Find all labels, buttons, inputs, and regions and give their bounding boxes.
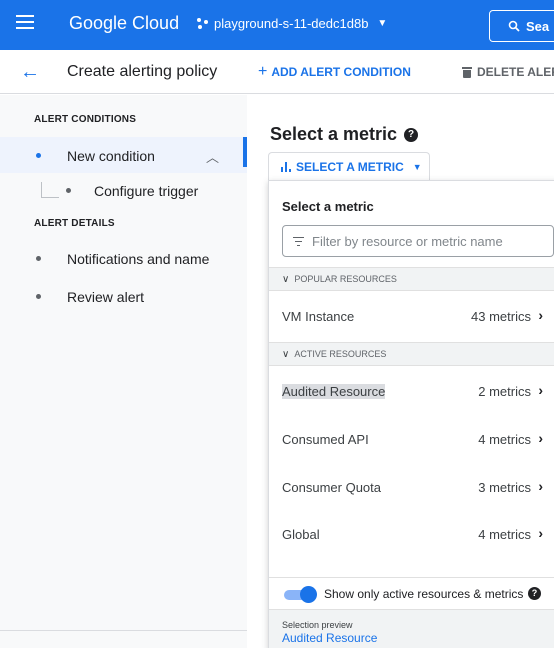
filter-icon [293,236,304,246]
project-name: playground-s-11-dedc1d8b [214,16,369,31]
step-dot-icon [66,188,71,193]
active-indicator [243,137,247,167]
toggle-knob [300,586,317,603]
resource-name: Global [282,527,320,542]
resource-name: Consumed API [282,432,369,447]
filter-field[interactable] [282,225,554,257]
popular-resources-header[interactable]: ∨ POPULAR RESOURCES [269,267,554,291]
active-resources-label: ACTIVE RESOURCES [294,349,387,359]
section-title: Select a metric ? [270,124,419,145]
filter-input[interactable] [312,233,542,249]
new-condition-label: New condition [67,148,155,164]
trash-icon [462,66,472,78]
resource-row-global[interactable]: Global 4 metrics › [269,512,554,558]
chevron-right-icon: › [538,525,543,541]
popular-resources-label: POPULAR RESOURCES [294,274,397,284]
resource-name: Consumer Quota [282,480,381,495]
alert-details-heading: ALERT DETAILS [34,218,115,229]
add-alert-condition-label: ADD ALERT CONDITION [271,65,411,79]
chevron-right-icon: › [538,382,543,398]
search-button[interactable]: Sea [489,10,554,42]
configure-trigger-label: Configure trigger [94,183,199,199]
top-app-bar: Google Cloud playground-s-11-dedc1d8b ▼ … [0,0,554,50]
project-picker[interactable]: playground-s-11-dedc1d8b ▼ [197,16,387,31]
resource-row-vm-instance[interactable]: VM Instance 43 metrics › [269,294,554,340]
step-dot-icon [36,153,41,158]
divider [0,630,247,631]
active-only-toggle-row: Show only active resources & metrics ? [269,577,554,603]
sidebar-item-configure-trigger[interactable]: Configure trigger [0,175,247,205]
metric-count: 3 metrics [478,480,531,495]
google-cloud-logo[interactable]: Google Cloud [69,13,179,34]
add-alert-condition-button[interactable]: + ADD ALERT CONDITION [258,63,411,80]
sidebar-item-new-condition[interactable]: New condition ︿ [0,137,247,173]
chevron-up-icon[interactable]: ︿ [206,147,219,166]
chevron-right-icon: › [538,478,543,494]
resource-row-consumer-quota[interactable]: Consumer Quota 3 metrics › [269,465,554,511]
chevron-right-icon: › [538,307,543,323]
active-only-toggle[interactable] [282,586,317,603]
bar-chart-icon [281,161,291,172]
project-icon [197,17,209,30]
chevron-right-icon: › [538,430,543,446]
review-alert-label: Review alert [67,289,145,305]
resource-row-consumed-api[interactable]: Consumed API 4 metrics › [269,417,554,463]
metric-picker-panel: Select a metric ∨ POPULAR RESOURCES VM I… [268,180,554,648]
metric-count: 4 metrics [478,527,531,542]
chevron-down-icon: ∨ [282,273,290,285]
search-label: Sea [526,18,550,34]
back-arrow-icon[interactable]: ← [20,61,40,84]
alert-conditions-heading: ALERT CONDITIONS [34,114,137,125]
plus-icon: + [258,63,268,80]
select-metric-title: Select a metric [270,124,398,144]
caret-down-icon: ▼ [412,161,422,172]
page-title: Create alerting policy [67,63,218,80]
notifications-label: Notifications and name [67,251,210,267]
chevron-down-icon: ∨ [282,348,290,360]
steps-sidebar: ALERT CONDITIONS New condition ︿ Configu… [0,95,247,648]
select-metric-button[interactable]: SELECT A METRIC ▼ [268,152,430,180]
step-dot-icon [36,294,41,299]
select-metric-label: SELECT A METRIC [296,159,404,174]
help-icon[interactable]: ? [404,127,419,142]
metric-count: 4 metrics [478,432,531,447]
sidebar-item-review-alert[interactable]: Review alert [0,278,247,314]
page-header: ← Create alerting policy + ADD ALERT CON… [0,50,554,94]
selection-preview-label: Selection preview [282,620,353,630]
delete-alert-button[interactable]: DELETE ALER [462,65,554,79]
sidebar-item-notifications[interactable]: Notifications and name [0,240,247,276]
selection-preview-value: Audited Resource [282,631,378,645]
metric-count: 2 metrics [478,384,531,399]
resource-name: Audited Resource [282,384,386,399]
metric-count: 43 metrics [471,309,531,324]
help-icon[interactable]: ? [528,587,541,600]
resource-row-audited-resource[interactable]: Audited Resource 2 metrics › [269,369,554,415]
picker-heading: Select a metric [282,199,374,214]
selection-preview: Selection preview Audited Resource [269,609,554,648]
resource-name: VM Instance [282,309,355,324]
step-dot-icon [36,256,41,261]
toggle-label: Show only active resources & metrics [324,587,524,601]
search-icon [508,20,520,32]
caret-down-icon: ▼ [377,18,388,29]
menu-icon[interactable] [16,15,34,33]
delete-alert-label: DELETE ALER [477,65,554,79]
active-resources-header[interactable]: ∨ ACTIVE RESOURCES [269,342,554,366]
